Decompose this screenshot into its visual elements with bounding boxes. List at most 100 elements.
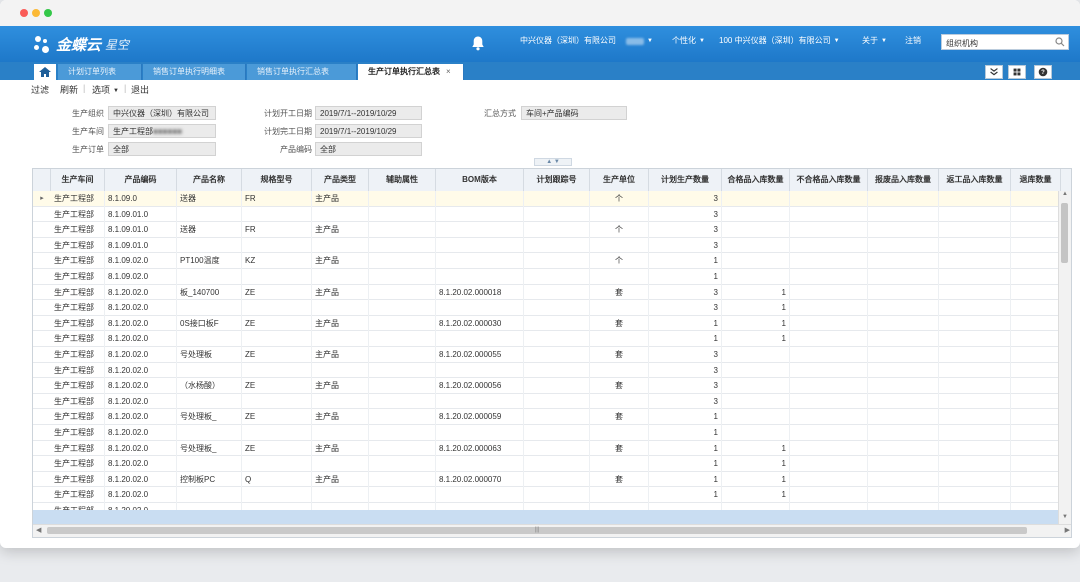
- cell-scrap-qty: [868, 331, 939, 347]
- collapse-filter-button[interactable]: ▲ ▼: [534, 158, 572, 166]
- org-search-input[interactable]: 组织机构: [941, 34, 1069, 50]
- cell-bom-version: 8.1.20.02.000059: [436, 409, 524, 425]
- table-row[interactable]: 生产工程部 8.1.20.02.0 板_140700 ZE 主产品 8.1.20.02.0…: [33, 284, 1061, 301]
- org-menu[interactable]: 中兴仪器（深圳）有限公司 ▼: [520, 26, 653, 62]
- column-header-scrap-qty[interactable]: 报废品入库数量: [868, 169, 939, 191]
- table-row[interactable]: 生产工程部 8.1.20.02.0 （水杨酸） ZE 主产品 8.1.20.02.0000…: [33, 378, 1061, 394]
- cell-return-qty: [1011, 425, 1061, 441]
- about-menu[interactable]: 关于 ▼: [862, 26, 887, 62]
- cell-qualified-qty: 1: [722, 300, 790, 316]
- table-row[interactable]: 生产工程部 8.1.20.02.0 1 1: [33, 487, 1061, 503]
- maximize-window-button[interactable]: [44, 9, 52, 17]
- personalize-menu[interactable]: 个性化 ▼: [672, 26, 705, 62]
- column-header-plan-track-no[interactable]: 计划跟踪号: [524, 169, 590, 191]
- cell-qualified-qty: [722, 253, 790, 269]
- cell-aux-attr: [369, 362, 436, 379]
- column-header-qualified-qty[interactable]: 合格品入库数量: [722, 169, 790, 191]
- search-icon[interactable]: [1055, 37, 1065, 47]
- table-row[interactable]: 生产工程部 8.1.20.02.0 1 1: [33, 331, 1061, 347]
- chevron-down-icon: ▼: [699, 38, 705, 44]
- horizontal-scroll-thumb[interactable]: |||: [47, 527, 1027, 534]
- column-header-workshop[interactable]: 生产车间: [51, 169, 105, 191]
- column-header-product-type[interactable]: 产品类型: [312, 169, 369, 191]
- cell-scrap-qty: [868, 393, 939, 410]
- table-row[interactable]: 生产工程部 8.1.20.02.0 1 1: [33, 456, 1061, 472]
- column-header-product-code[interactable]: 产品编码: [105, 169, 177, 191]
- exit-button[interactable]: 退出: [131, 83, 149, 96]
- cell-qualified-qty: 1: [722, 315, 790, 332]
- column-header-rework-qty[interactable]: 返工品入库数量: [939, 169, 1011, 191]
- filter-button[interactable]: 过滤: [31, 83, 49, 96]
- column-header-plan-qty[interactable]: 计划生产数量: [649, 169, 722, 191]
- close-window-button[interactable]: [20, 9, 28, 17]
- product-code-label: 产品编码: [280, 145, 312, 154]
- cell-qualified-qty: 1: [722, 331, 790, 347]
- org-switch-menu[interactable]: 100 中兴仪器（深圳）有限公司 ▼: [719, 26, 840, 62]
- logout-link[interactable]: 注销: [905, 26, 921, 62]
- help-button[interactable]: ?: [1034, 65, 1052, 79]
- table-row[interactable]: 生产工程部 8.1.09.02.0 PT100温度 KZ 主产品 个 1: [33, 253, 1061, 269]
- table-row[interactable]: 生产工程部 8.1.20.02.0 号处理板 ZE 主产品 8.1.20.02.00005…: [33, 347, 1061, 363]
- cell-product-type: 主产品: [312, 284, 369, 301]
- table-row[interactable]: 生产工程部 8.1.20.02.0 号处理板_ ZE 主产品 8.1.20.02.0000…: [33, 440, 1061, 457]
- scroll-up-icon[interactable]: ▲: [1059, 191, 1071, 201]
- tab-list-button[interactable]: [985, 65, 1003, 79]
- cell-rework-qty: [939, 487, 1011, 503]
- column-header-bom-version[interactable]: BOM版本: [436, 169, 524, 191]
- table-row[interactable]: ▸ 生产工程部 8.1.09.0 送器 FR 主产品 个 3: [33, 191, 1061, 207]
- options-menu[interactable]: 选项 ▼: [92, 83, 119, 96]
- cell-return-qty: [1011, 409, 1061, 425]
- scroll-right-icon[interactable]: ▶: [1065, 526, 1070, 534]
- table-row[interactable]: 生产工程部 8.1.20.02.0 0S接口板F ZE 主产品 8.1.20.02.000…: [33, 315, 1061, 332]
- refresh-button[interactable]: 刷新: [60, 83, 78, 96]
- tab-sales-exec-summary[interactable]: 销售订单执行汇总表: [247, 64, 357, 80]
- column-header-return-qty[interactable]: 退库数量: [1011, 169, 1061, 191]
- cell-unqualified-qty: [790, 347, 868, 363]
- scroll-left-icon[interactable]: ◀: [36, 526, 41, 534]
- table-row[interactable]: 生产工程部 8.1.20.02.0 号处理板_ ZE 主产品 8.1.20.02.0000…: [33, 409, 1061, 425]
- bell-icon[interactable]: [470, 35, 486, 51]
- column-header-aux-attr[interactable]: 辅助属性: [369, 169, 436, 191]
- cell-scrap-qty: [868, 425, 939, 441]
- minimize-window-button[interactable]: [32, 9, 40, 17]
- cell-aux-attr: [369, 315, 436, 332]
- cell-spec-model: ZE: [242, 347, 312, 363]
- cell-product-type: 主产品: [312, 191, 369, 207]
- table-row[interactable]: 生产工程部 8.1.20.02.0 3 1: [33, 300, 1061, 316]
- cell-prod-unit: [590, 487, 649, 503]
- tab-plan-order-list[interactable]: 计划订单列表: [58, 64, 142, 80]
- workshop-extra: ■■■■■■: [153, 127, 182, 136]
- cell-bom-version: 8.1.20.02.000056: [436, 378, 524, 394]
- scroll-down-icon[interactable]: ▼: [1059, 514, 1071, 524]
- vertical-scroll-thumb[interactable]: [1061, 203, 1068, 263]
- home-tab[interactable]: [34, 64, 56, 80]
- cell-rework-qty: [939, 237, 1011, 254]
- vertical-scrollbar[interactable]: ▲ ▼: [1058, 191, 1071, 524]
- column-header-spec-model[interactable]: 规格型号: [242, 169, 312, 191]
- column-header-product-name[interactable]: 产品名称: [177, 169, 242, 191]
- column-header-prod-unit[interactable]: 生产单位: [590, 169, 649, 191]
- cell-plan-track-no: [524, 331, 590, 347]
- table-row[interactable]: 生产工程部 8.1.09.01.0 3: [33, 206, 1061, 223]
- cell-workshop: 生产工程部: [51, 393, 105, 410]
- cell-workshop: 生产工程部: [51, 409, 105, 425]
- about-label: 关于: [862, 36, 878, 46]
- cell-spec-model: [242, 362, 312, 379]
- table-row[interactable]: 生产工程部 8.1.09.02.0 1: [33, 269, 1061, 285]
- table-row[interactable]: 生产工程部 8.1.09.01.0 送器 FR 主产品 个 3: [33, 222, 1061, 238]
- tab-sales-exec-detail[interactable]: 销售订单执行明细表: [143, 64, 246, 80]
- cell-product-code: 8.1.20.02.0: [105, 471, 177, 488]
- table-row[interactable]: 生产工程部 8.1.20.02.0 控制板PC Q 主产品 8.1.20.02.00007…: [33, 471, 1061, 488]
- cell-rework-qty: [939, 191, 1011, 207]
- table-row[interactable]: 生产工程部 8.1.20.02.0 1: [33, 425, 1061, 441]
- close-icon[interactable]: ×: [446, 67, 451, 76]
- table-row[interactable]: 生产工程部 8.1.20.02.0 3: [33, 362, 1061, 379]
- table-row[interactable]: 生产工程部 8.1.09.01.0 3: [33, 237, 1061, 254]
- column-header-unqualified-qty[interactable]: 不合格品入库数量: [790, 169, 868, 191]
- toolbar-divider: |: [83, 83, 86, 93]
- tab-production-exec-summary[interactable]: 生产订单执行汇总表 ×: [358, 64, 464, 80]
- table-row[interactable]: 生产工程部 8.1.20.02.0 3: [33, 393, 1061, 410]
- grid-view-button[interactable]: [1008, 65, 1026, 79]
- horizontal-scrollbar[interactable]: ◀ ||| ▶: [33, 524, 1071, 537]
- cell-scrap-qty: [868, 378, 939, 394]
